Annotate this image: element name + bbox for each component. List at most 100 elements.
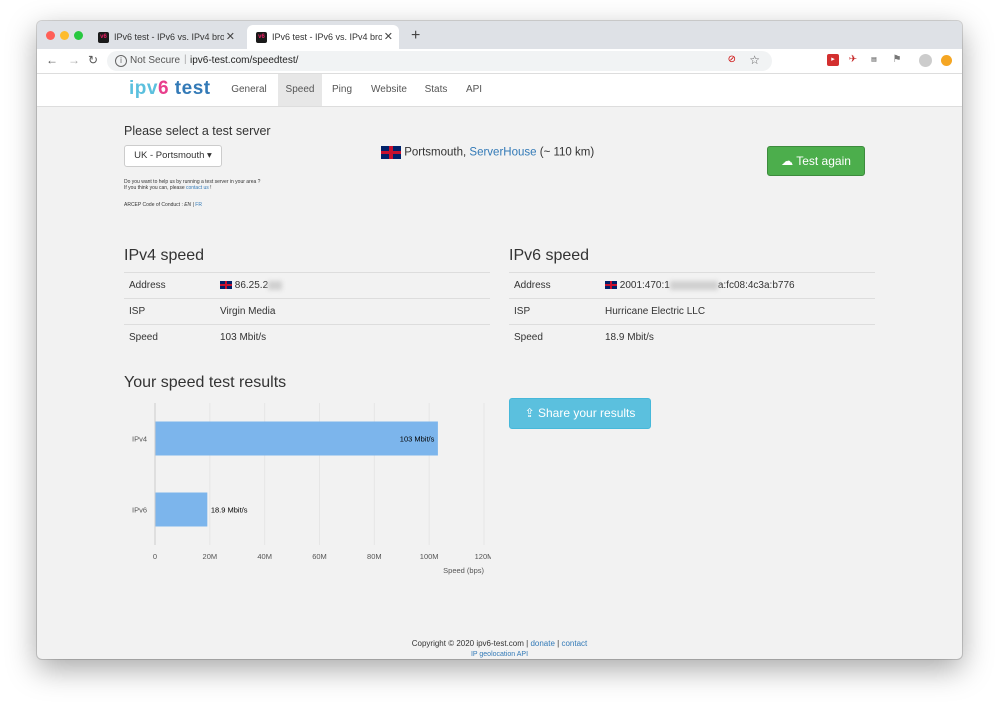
test-again-button[interactable]: ☁ Test again (767, 146, 865, 176)
close-tab-icon[interactable]: ✕ (226, 30, 235, 43)
nav-general[interactable]: General (223, 74, 275, 106)
tab-favicon: v6 (98, 32, 109, 43)
help-line-2: If you think you can, please (124, 185, 185, 191)
ipv6-address-cell: 2001:470:1 a:fc08:4c3a:b776 (600, 272, 875, 299)
x-tick-label: 100M (420, 552, 439, 561)
reload-icon[interactable]: ↻ (88, 53, 98, 67)
donate-link[interactable]: donate (530, 639, 554, 648)
arcep-label: ARCEP Code of Conduct : (124, 202, 183, 208)
close-tab-icon[interactable]: ✕ (384, 30, 393, 43)
uk-flag-icon (605, 281, 617, 290)
ipv4-isp-key: ISP (124, 298, 215, 325)
server-dropdown-value: UK - Portsmouth (134, 150, 205, 161)
extension-vlm-icon[interactable]: ▤ (868, 54, 880, 66)
table-row: Address 86.25.2 (124, 272, 490, 299)
zoom-window-button[interactable] (74, 31, 83, 40)
tab-title: IPv6 test - IPv6 vs. IPv4 broadband (114, 32, 224, 42)
ipv4-speed-key: Speed (124, 324, 215, 350)
contact-link[interactable]: contact (561, 639, 587, 648)
info-icon[interactable]: i (115, 55, 127, 67)
nav-stats[interactable]: Stats (418, 74, 454, 106)
caret-down-icon: ▾ (207, 150, 212, 161)
ipv4-address-value: 86.25.2 (234, 280, 269, 291)
x-tick-label: 80M (367, 552, 382, 561)
x-tick-label: 40M (257, 552, 272, 561)
blocked-icon[interactable]: ⊘ (728, 54, 736, 65)
server-dropdown[interactable]: UK - Portsmouth ▾ (124, 145, 222, 167)
extension-red-icon[interactable]: ▸ (827, 54, 839, 66)
extension-bird-icon[interactable]: ✈ (847, 54, 859, 66)
redacted-blur (268, 280, 283, 290)
server-city: Portsmouth, (404, 146, 467, 159)
table-row: Address 2001:470:1 a:fc08:4c3a:b776 (509, 272, 875, 299)
security-label: Not Secure (130, 55, 181, 66)
ip-geolocation-api-link[interactable]: IP geolocation API (471, 651, 528, 658)
nav-speed[interactable]: Speed (278, 74, 322, 106)
tab-title: IPv6 test - IPv6 vs. IPv4 broadband (272, 32, 382, 42)
share-results-label: Share your results (538, 406, 636, 420)
results-title: Your speed test results (124, 374, 287, 391)
tab-2[interactable]: v6 IPv6 test - IPv6 vs. IPv4 broadband ✕ (247, 25, 399, 49)
cloud-download-icon: ☁ (781, 154, 794, 168)
url-text[interactable]: ipv6-test.com/speedtest/ (190, 55, 298, 66)
nav-website[interactable]: Website (364, 74, 414, 106)
tab-1[interactable]: v6 IPv6 test - IPv6 vs. IPv4 broadband ✕ (89, 25, 241, 49)
site-navbar: ipv6 test General Speed Ping Website Sta… (37, 74, 962, 107)
server-host-link[interactable]: ServerHouse (469, 147, 536, 159)
table-row: ISP Virgin Media (124, 298, 490, 325)
arcep-fr-link[interactable]: FR (195, 202, 202, 208)
chart-bar-ipv4 (155, 421, 438, 456)
new-tab-icon[interactable]: + (411, 27, 420, 45)
share-results-button[interactable]: ⇪ Share your results (509, 398, 651, 429)
ipv6-speed-value: 18.9 Mbit/s (600, 324, 875, 350)
logo-text-6: 6 (157, 78, 170, 99)
arcep-en: EN (184, 202, 192, 208)
profile-avatar[interactable] (919, 54, 932, 67)
uk-flag-icon (220, 281, 232, 290)
nav-api[interactable]: API (458, 74, 490, 106)
address-bar[interactable]: i Not Secure | ipv6-test.com/speedtest/ … (107, 51, 772, 71)
browser-toolbar: ← → ↻ i Not Secure | ipv6-test.com/speed… (37, 49, 962, 74)
share-icon: ⇪ (524, 406, 535, 420)
logo-text-test: test (169, 78, 211, 99)
close-window-button[interactable] (46, 31, 55, 40)
x-tick-label: 20M (203, 552, 218, 561)
back-icon[interactable]: ← (46, 53, 58, 67)
browser-window: v6 IPv6 test - IPv6 vs. IPv4 broadband ✕… (37, 21, 962, 659)
ipv4-isp-value: Virgin Media (215, 298, 490, 325)
server-select-heading: Please select a test server (124, 124, 271, 138)
copyright-text: Copyright © 2020 ipv6-test.com (411, 639, 524, 648)
ipv4-address-cell: 86.25.2 (215, 272, 490, 299)
test-again-label: Test again (796, 154, 851, 168)
site-logo[interactable]: ipv6 test (129, 78, 211, 100)
ipv6-table: Address 2001:470:1 a:fc08:4c3a:b776 ISP H… (509, 272, 875, 350)
ipv6-title: IPv6 speed (509, 247, 590, 264)
footer: Copyright © 2020 ipv6-test.com | donate … (37, 639, 962, 659)
tab-strip: v6 IPv6 test - IPv6 vs. IPv4 broadband ✕… (37, 21, 962, 49)
table-row: ISP Hurricane Electric LLC (509, 298, 875, 325)
nav-ping[interactable]: Ping (324, 74, 360, 106)
minimize-window-button[interactable] (60, 31, 69, 40)
extension-orange-icon[interactable] (941, 55, 952, 66)
speed-chart: 0 20M 40M 60M 80M 100M 120M IPv4 103 Mbit/s IPv6 1… (132, 403, 491, 575)
logo-text-ipv: ipv (129, 78, 158, 99)
footer-separator: | (526, 639, 529, 648)
server-distance: (~ 110 km) (539, 146, 595, 159)
arcep-text: ARCEP Code of Conduct : EN | FR (124, 202, 202, 208)
bookmark-star-icon[interactable]: ☆ (749, 53, 760, 67)
ipv4-address-key: Address (124, 272, 215, 299)
x-axis-title: Speed (bps) (443, 566, 484, 575)
contact-us-link[interactable]: contact us (186, 185, 209, 191)
forward-icon[interactable]: → (68, 53, 80, 67)
table-row: Speed 18.9 Mbit/s (509, 324, 875, 350)
ipv6-speed-key: Speed (509, 324, 600, 350)
flag-extension-icon[interactable]: ⚑ (891, 54, 903, 66)
uk-flag-icon (381, 146, 401, 159)
arcep-separator: | (192, 202, 194, 208)
help-text: Do you want to help us by running a test… (124, 179, 260, 191)
server-info: Portsmouth, ServerHouse (~ 110 km) (381, 146, 594, 159)
ipv4-table: Address 86.25.2 ISP Virgin Media Speed 1… (124, 272, 490, 350)
bar-data-label: 103 Mbit/s (400, 435, 435, 444)
ipv6-address-prefix: 2001:470:1 (619, 280, 670, 291)
ipv6-address-key: Address (509, 272, 600, 299)
